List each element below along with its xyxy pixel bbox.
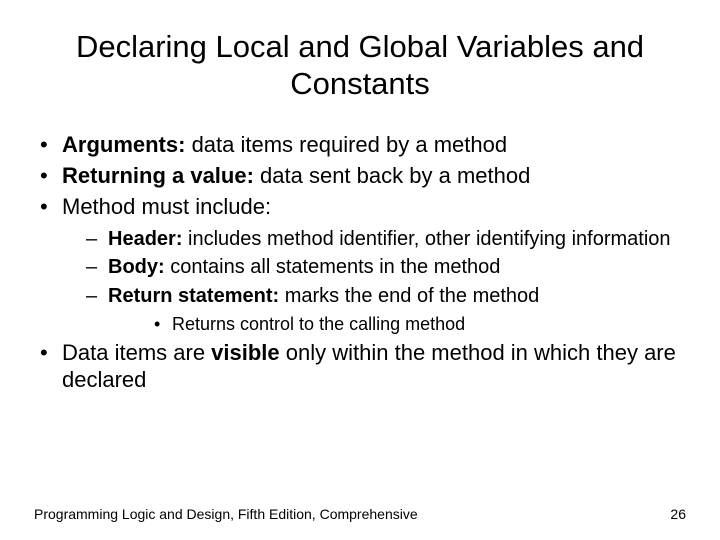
- list-item: Return statement: marks the end of the m…: [62, 284, 686, 336]
- list-item: Returns control to the calling method: [108, 314, 686, 336]
- term-bold: Header:: [108, 228, 182, 250]
- list-item: Method must include: Header: includes me…: [34, 194, 686, 336]
- term-bold: visible: [211, 340, 279, 365]
- term-bold: Return statement:: [108, 285, 279, 307]
- list-item: Header: includes method identifier, othe…: [62, 227, 686, 251]
- term-rest: data items required by a method: [185, 132, 507, 157]
- term-rest: data sent back by a method: [254, 163, 530, 188]
- term-bold: Returning a value:: [62, 163, 254, 188]
- term-bold: Body:: [108, 256, 165, 278]
- slide-footer: Programming Logic and Design, Fifth Edit…: [0, 506, 720, 522]
- list-item: Arguments: data items required by a meth…: [34, 132, 686, 159]
- item-pre: Data items are: [62, 340, 211, 365]
- term-rest: marks the end of the method: [279, 285, 539, 307]
- term-rest: includes method identifier, other identi…: [182, 228, 670, 250]
- list-item: Data items are visible only within the m…: [34, 340, 686, 394]
- item-text: Method must include:: [62, 194, 271, 219]
- page-title: Declaring Local and Global Variables and…: [34, 28, 686, 102]
- item-text: Returns control to the calling method: [172, 314, 465, 334]
- footer-page-number: 26: [670, 506, 686, 522]
- term-bold: Arguments:: [62, 132, 185, 157]
- footer-left: Programming Logic and Design, Fifth Edit…: [34, 506, 418, 522]
- list-item: Body: contains all statements in the met…: [62, 255, 686, 279]
- list-item: Returning a value: data sent back by a m…: [34, 163, 686, 190]
- bullet-list-level1: Arguments: data items required by a meth…: [34, 132, 686, 393]
- bullet-list-level3: Returns control to the calling method: [108, 314, 686, 336]
- bullet-list-level2: Header: includes method identifier, othe…: [62, 227, 686, 336]
- term-rest: contains all statements in the method: [165, 256, 501, 278]
